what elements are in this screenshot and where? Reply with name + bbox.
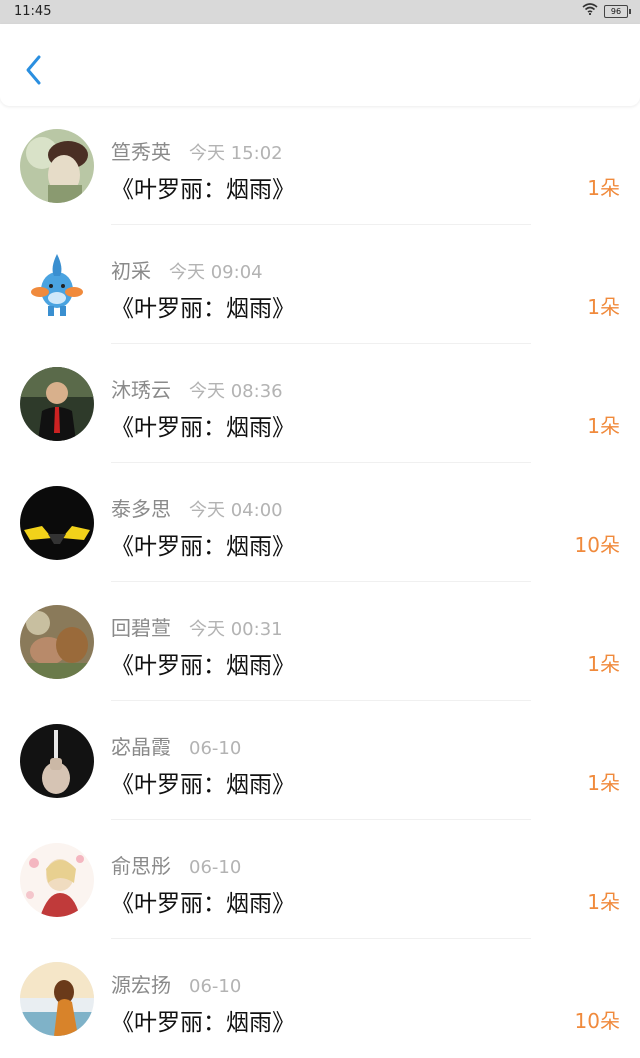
list-item[interactable]: 泰多思 今天 04:00 《叶罗丽：烟雨》 10朵 [0, 463, 640, 582]
send-time: 今天 00:31 [189, 619, 283, 640]
list-item[interactable]: 俞思彤 06-10 《叶罗丽：烟雨》 1朵 [0, 820, 640, 939]
list-item[interactable]: 笪秀英 今天 15:02 《叶罗丽：烟雨》 1朵 [0, 106, 640, 225]
gift-count: 1朵 [587, 890, 620, 914]
avatar [20, 605, 94, 679]
status-time: 11:45 [14, 4, 52, 19]
avatar [20, 367, 94, 441]
sender-info: 回碧萱 今天 00:31 [111, 612, 283, 641]
list-item[interactable]: 沐琇云 今天 08:36 《叶罗丽：烟雨》 1朵 [0, 344, 640, 463]
avatar [20, 843, 94, 917]
send-time: 06-10 [189, 976, 242, 997]
list-item[interactable]: 源宏扬 06-10 《叶罗丽：烟雨》 10朵 [0, 939, 640, 1058]
battery-icon: 96 [604, 4, 631, 18]
gift-count: 1朵 [587, 771, 620, 795]
book-title: 《叶罗丽：烟雨》 [111, 772, 295, 798]
sender-name: 回碧萱 [111, 616, 171, 640]
sender-name: 源宏扬 [111, 973, 171, 997]
gift-record-list: 笪秀英今天 15:02 《叶罗丽：烟雨》 1朵 初采今天 09:04 《叶罗 [0, 106, 640, 1058]
book-title: 《叶罗丽：烟雨》 [111, 1010, 295, 1036]
sender-info: 初采 今天 09:04 [111, 255, 263, 284]
book-title: 《叶罗丽：烟雨》 [111, 891, 295, 917]
gift-count: 1朵 [587, 176, 620, 200]
book-title: 《叶罗丽：烟雨》 [111, 534, 295, 560]
book-title: 《叶罗丽：烟雨》 [111, 415, 295, 441]
send-time: 今天 15:02 [189, 143, 283, 164]
sender-info: 宓晶霞 06-10 [111, 731, 241, 760]
send-time: 06-10 [189, 857, 242, 878]
send-time: 今天 09:04 [169, 262, 263, 283]
back-button[interactable] [18, 50, 50, 90]
status-bar: 11:45 96 [0, 0, 640, 24]
gift-count: 1朵 [587, 295, 620, 319]
gift-count: 1朵 [587, 652, 620, 676]
sender-name: 宓晶霞 [111, 735, 171, 759]
book-title: 《叶罗丽：烟雨》 [111, 296, 295, 322]
list-item[interactable]: 宓晶霞 06-10 《叶罗丽：烟雨》 1朵 [0, 701, 640, 820]
avatar [20, 248, 94, 322]
send-time: 今天 08:36 [189, 381, 283, 402]
sender-info: 笪秀英 今天 15:02 [111, 136, 283, 165]
send-time: 06-10 [189, 738, 242, 759]
list-item[interactable]: 回碧萱 今天 00:31 《叶罗丽：烟雨》 1朵 [0, 582, 640, 701]
sender-name: 沐琇云 [111, 378, 171, 402]
sender-info: 俞思彤 06-10 [111, 850, 241, 879]
avatar [20, 962, 94, 1036]
gift-count: 10朵 [574, 533, 620, 557]
sender-name: 初采 [111, 259, 151, 283]
chevron-left-icon [26, 55, 41, 85]
send-time: 今天 04:00 [189, 500, 283, 521]
sender-info: 泰多思 今天 04:00 [111, 493, 283, 522]
avatar [20, 724, 94, 798]
book-title: 《叶罗丽：烟雨》 [111, 177, 295, 203]
book-title: 《叶罗丽：烟雨》 [111, 653, 295, 679]
list-item[interactable]: 初采 今天 09:04 《叶罗丽：烟雨》 1朵 [0, 225, 640, 344]
gift-count: 1朵 [587, 414, 620, 438]
status-icons: 96 [582, 3, 631, 19]
sender-info: 沐琇云 今天 08:36 [111, 374, 283, 403]
sender-name: 俞思彤 [111, 854, 171, 878]
sender-info: 源宏扬 06-10 [111, 969, 241, 998]
wifi-icon [582, 3, 598, 19]
top-bar [0, 24, 640, 106]
avatar [20, 129, 94, 203]
gift-count: 10朵 [574, 1009, 620, 1033]
sender-name: 笪秀英 [111, 140, 171, 164]
sender-name: 泰多思 [111, 497, 171, 521]
avatar [20, 486, 94, 560]
